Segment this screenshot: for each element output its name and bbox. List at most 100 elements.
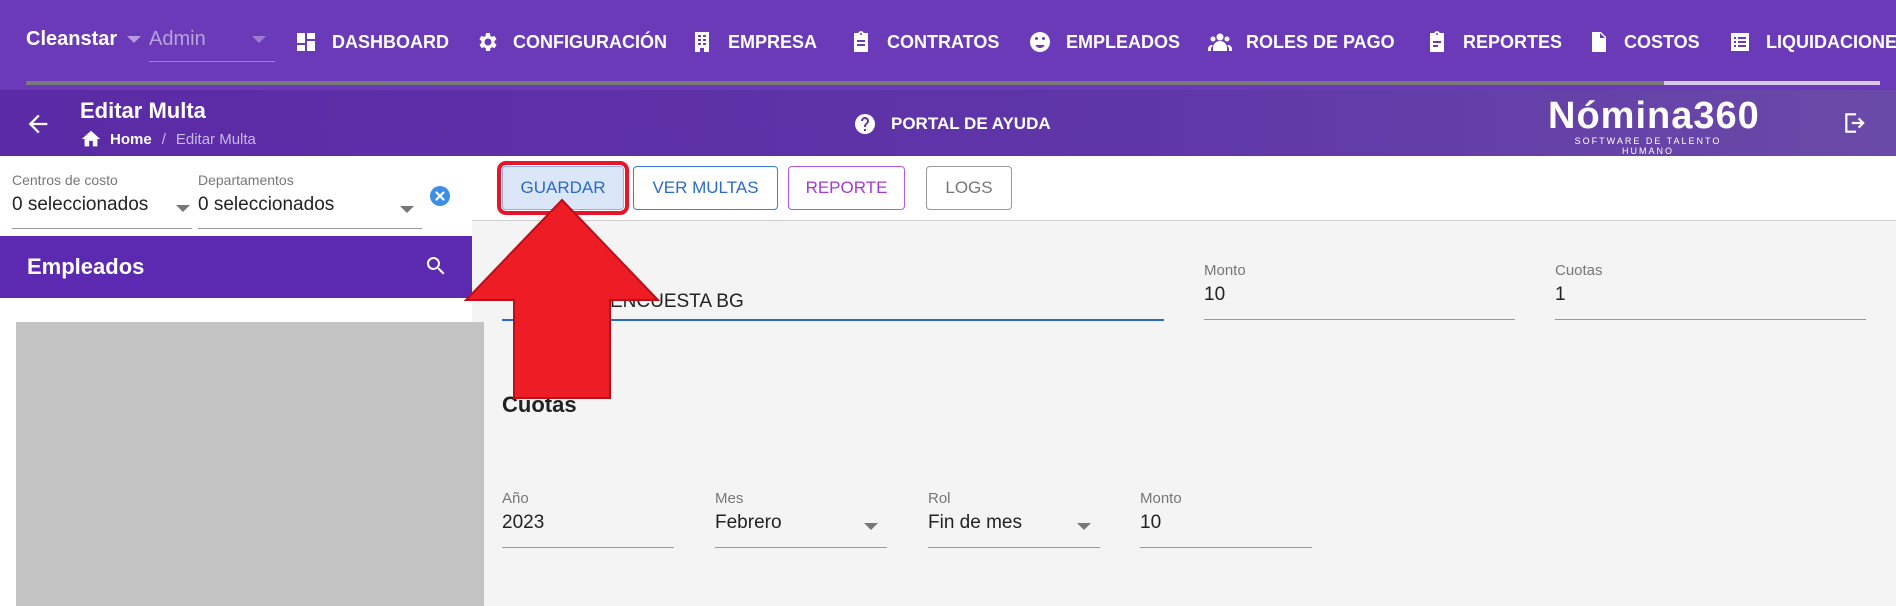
employee-sidebar: Centros de costo 0 seleccionados Departa… (0, 156, 484, 606)
clear-filters-button[interactable] (430, 186, 450, 206)
search-icon (426, 257, 445, 275)
role-underline (149, 61, 275, 62)
payroll-role-underline (928, 547, 1100, 548)
help-portal-label: PORTAL DE AYUDA (891, 114, 1051, 133)
department-label: Departamentos (198, 172, 294, 188)
nav-dashboard-label: DASHBOARD (332, 31, 449, 52)
payroll-role-label: Rol (928, 490, 951, 507)
amount-label: Monto (1204, 262, 1246, 279)
installment-amount-label: Monto (1140, 490, 1182, 507)
action-toolbar: GUARDAR VER MULTAS REPORTE LOGS (472, 156, 1896, 221)
nav-reportes[interactable]: REPORTES (1425, 26, 1562, 58)
nav-costos-label: COSTOS (1624, 31, 1700, 52)
chevron-down-icon[interactable] (127, 36, 141, 43)
nav-contratos[interactable]: CONTRATOS (849, 26, 999, 58)
employees-title: Empleados (27, 254, 145, 279)
installment-amount-underline (1140, 547, 1312, 548)
chevron-down-icon[interactable] (252, 36, 266, 43)
cost-center-label: Centros de costo (12, 172, 118, 188)
nav-empleados-label: EMPLEADOS (1066, 31, 1181, 52)
cost-center-underline (12, 228, 192, 229)
list-icon (1731, 33, 1749, 51)
nav-liquidaciones-label: LIQUIDACIONE (1766, 31, 1896, 52)
nav-dashboard[interactable]: DASHBOARD (294, 26, 449, 58)
employee-search-button[interactable] (424, 254, 448, 278)
installment-amount-value[interactable]: 10 (1140, 512, 1182, 534)
employee-list-redacted (16, 322, 484, 606)
chevron-down-icon[interactable] (176, 205, 190, 212)
nav-scroll-track[interactable] (26, 81, 1664, 85)
nav-configuracion[interactable]: CONFIGURACIÓN (475, 26, 667, 58)
department-underline (198, 228, 422, 229)
report-icon (1430, 31, 1444, 52)
page-title: Editar Multa (80, 98, 206, 123)
back-button[interactable] (24, 110, 52, 138)
amount-value[interactable]: 10 (1204, 284, 1246, 306)
close-icon (435, 191, 445, 201)
nav-empleados[interactable]: EMPLEADOS (1028, 26, 1180, 58)
installments-label: Cuotas (1555, 262, 1603, 279)
logout-icon (1845, 113, 1865, 133)
report-button[interactable]: REPORTE (788, 166, 905, 210)
month-select[interactable]: Mes Febrero (715, 490, 782, 534)
month-value[interactable]: Febrero (715, 512, 782, 534)
top-navigation-bar: Cleanstar Admin DASHBOARD CONFIGURACIÓN … (0, 0, 1896, 90)
installments-value[interactable]: 1 (1555, 284, 1603, 306)
logs-button[interactable]: LOGS (926, 166, 1012, 210)
nav-costos[interactable]: COSTOS (1586, 26, 1700, 58)
help-portal-link[interactable]: PORTAL DE AYUDA (853, 112, 1051, 136)
nav-empresa-label: EMPRESA (728, 31, 818, 52)
nav-liquidaciones[interactable]: LIQUIDACIONE (1728, 26, 1896, 58)
year-label: Año (502, 490, 529, 507)
brand-logo: Nómina360 SOFTWARE DE TALENTO HUMANO (1548, 94, 1760, 156)
chevron-down-icon[interactable] (1077, 523, 1091, 530)
chevron-down-icon[interactable] (864, 523, 878, 530)
role-selector[interactable]: Admin (149, 28, 206, 51)
installment-amount-field[interactable]: Monto 10 (1140, 490, 1182, 534)
gear-icon (479, 33, 497, 51)
chevron-down-icon[interactable] (400, 206, 414, 213)
month-label: Mes (715, 490, 744, 507)
nav-empresa[interactable]: EMPRESA (690, 26, 817, 58)
installments-underline (1555, 319, 1866, 320)
dashboard-icon (297, 33, 315, 51)
employees-header: Empleados (0, 236, 472, 298)
payroll-role-select[interactable]: Rol Fin de mes (928, 490, 1022, 534)
installments-field[interactable]: Cuotas 1 (1555, 262, 1603, 306)
red-arrow-annotation-icon (463, 198, 661, 399)
brand-name: Nómina360 (1548, 95, 1760, 137)
help-icon (855, 114, 875, 134)
year-value[interactable]: 2023 (502, 512, 544, 534)
breadcrumb: Home / Editar Multa (80, 128, 256, 150)
month-underline (715, 547, 887, 548)
company-selector[interactable]: Cleanstar (26, 28, 117, 51)
group-icon (1208, 33, 1232, 51)
nav-roles-de-pago-label: ROLES DE PAGO (1246, 31, 1395, 52)
cost-center-value[interactable]: 0 seleccionados (12, 194, 148, 216)
logout-button[interactable] (1842, 110, 1868, 136)
clipboard-icon (854, 31, 868, 52)
nav-roles-de-pago[interactable]: ROLES DE PAGO (1208, 26, 1395, 58)
year-field[interactable]: Año 2023 (502, 490, 544, 534)
cost-center-filter[interactable]: Centros de costo 0 seleccionados (12, 172, 148, 216)
breadcrumb-home[interactable]: Home (110, 131, 152, 148)
dollar-file-icon (1592, 32, 1606, 52)
nav-scroll-thumb[interactable] (1664, 81, 1880, 85)
amount-field[interactable]: Monto 10 (1204, 262, 1246, 306)
breadcrumb-separator: / (161, 130, 166, 148)
year-underline (502, 547, 674, 548)
nav-configuracion-label: CONFIGURACIÓN (513, 31, 667, 52)
brand-tagline: SOFTWARE DE TALENTO HUMANO (1574, 136, 1722, 156)
arrow-back-icon (28, 114, 48, 134)
payroll-role-value[interactable]: Fin de mes (928, 512, 1022, 534)
home-icon (81, 130, 101, 147)
face-icon (1030, 32, 1050, 52)
amount-underline (1204, 319, 1515, 320)
nav-reportes-label: REPORTES (1463, 31, 1563, 52)
department-value[interactable]: 0 seleccionados (198, 194, 334, 216)
page-header: Editar Multa Home / Editar Multa PORTAL … (0, 90, 1896, 156)
department-filter[interactable]: Departamentos 0 seleccionados (198, 172, 334, 216)
nav-contratos-label: CONTRATOS (887, 31, 1000, 52)
breadcrumb-current: Editar Multa (175, 130, 256, 148)
building-icon (695, 32, 709, 52)
